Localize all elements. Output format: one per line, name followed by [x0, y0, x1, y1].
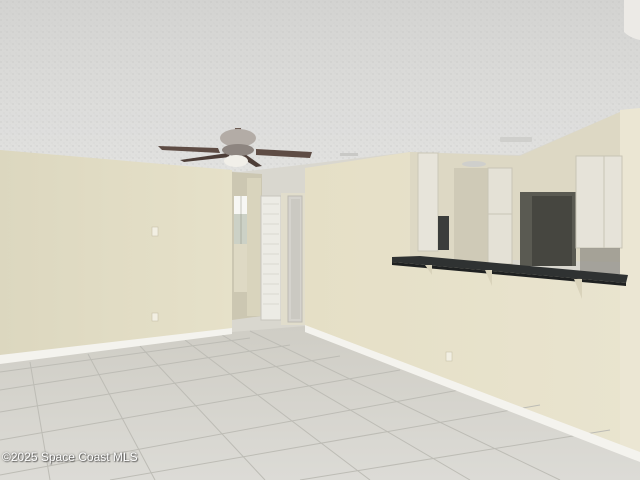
- room-illustration: [0, 0, 640, 480]
- upper-cabinet: [575, 155, 623, 249]
- outlet: [151, 312, 159, 322]
- refrigerator-side: [438, 216, 449, 250]
- ceiling-vent: [500, 137, 532, 142]
- cabinet: [417, 152, 439, 252]
- louvered-closet-door: [260, 195, 282, 321]
- light-switch: [151, 226, 159, 237]
- light-fixture: [462, 161, 486, 167]
- copyright-watermark: ©2025 Space Coast MLS: [2, 450, 138, 464]
- outlet: [445, 351, 453, 362]
- left-wall: [0, 150, 232, 355]
- pendant-light: [624, 0, 640, 40]
- room-photo: ©2025 Space Coast MLS: [0, 0, 640, 480]
- fan-light: [224, 155, 248, 167]
- pantry-cabinet: [487, 167, 513, 265]
- ceiling-vent: [340, 153, 358, 156]
- hallway-doors: [247, 178, 307, 325]
